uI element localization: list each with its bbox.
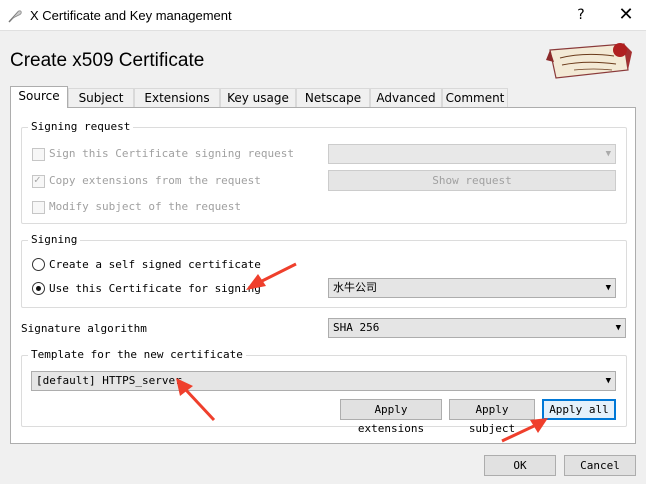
signature-algorithm-select[interactable]: SHA 256 ▼ bbox=[328, 318, 626, 338]
self-signed-radio[interactable] bbox=[32, 258, 45, 271]
app-feather-icon bbox=[8, 10, 22, 23]
chevron-down-icon: ▼ bbox=[605, 149, 611, 159]
source-tab-panel: Signing request Sign this Certificate si… bbox=[10, 107, 636, 444]
use-cert-radio[interactable] bbox=[32, 282, 45, 295]
tab-subject[interactable]: Subject bbox=[68, 88, 134, 107]
tab-advanced[interactable]: Advanced bbox=[370, 88, 442, 107]
window-title: X Certificate and Key management bbox=[30, 8, 232, 23]
copy-extensions-label: Copy extensions from the request bbox=[49, 174, 261, 187]
csr-select[interactable]: ▼ bbox=[328, 144, 616, 164]
modify-subject-label: Modify subject of the request bbox=[49, 200, 242, 213]
cancel-button[interactable]: Cancel bbox=[564, 455, 636, 476]
sign-csr-label: Sign this Certificate signing request bbox=[49, 147, 295, 160]
template-select[interactable]: [default] HTTPS_server ▼ bbox=[31, 371, 616, 391]
tab-extensions[interactable]: Extensions bbox=[134, 88, 220, 107]
signature-algorithm-value: SHA 256 bbox=[333, 321, 380, 334]
template-group bbox=[21, 355, 627, 427]
signing-cert-value: 水牛公司 bbox=[333, 281, 377, 294]
title-bar: X Certificate and Key management ? ✕ bbox=[0, 0, 646, 31]
signing-request-title: Signing request bbox=[28, 120, 134, 133]
show-request-button[interactable]: Show request bbox=[328, 170, 616, 191]
help-button[interactable]: ? bbox=[566, 0, 596, 31]
use-cert-label: Use this Certificate for signing bbox=[49, 282, 261, 295]
tab-key-usage[interactable]: Key usage bbox=[220, 88, 296, 107]
modify-subject-checkbox[interactable] bbox=[32, 201, 45, 214]
radio-selected-dot bbox=[36, 286, 41, 291]
close-button[interactable]: ✕ bbox=[606, 0, 646, 31]
apply-extensions-button[interactable]: Apply extensions bbox=[340, 399, 442, 435]
tab-netscape[interactable]: Netscape bbox=[296, 88, 370, 107]
chevron-down-icon: ▼ bbox=[615, 323, 621, 333]
apply-subject-button[interactable]: Apply subject bbox=[449, 399, 535, 435]
signature-algorithm-label: Signature algorithm bbox=[21, 322, 147, 335]
ok-button[interactable]: OK bbox=[484, 455, 556, 476]
checkmark-icon: ✓ bbox=[34, 173, 41, 186]
sign-csr-checkbox[interactable] bbox=[32, 148, 45, 161]
signing-title: Signing bbox=[28, 233, 81, 246]
self-signed-label: Create a self signed certificate bbox=[49, 258, 261, 271]
app-logo-icon bbox=[546, 43, 632, 79]
chevron-down-icon: ▼ bbox=[605, 283, 611, 293]
template-value: [default] HTTPS_server bbox=[36, 374, 182, 387]
template-title: Template for the new certificate bbox=[28, 348, 246, 361]
chevron-down-icon: ▼ bbox=[605, 376, 611, 386]
signing-cert-select[interactable]: 水牛公司 ▼ bbox=[328, 278, 616, 298]
copy-extensions-checkbox[interactable]: ✓ bbox=[32, 173, 45, 188]
tab-source[interactable]: Source bbox=[10, 86, 68, 108]
dialog-heading: Create x509 Certificate bbox=[10, 50, 205, 71]
tab-comment[interactable]: Comment bbox=[442, 88, 508, 107]
apply-all-button[interactable]: Apply all bbox=[542, 399, 616, 420]
